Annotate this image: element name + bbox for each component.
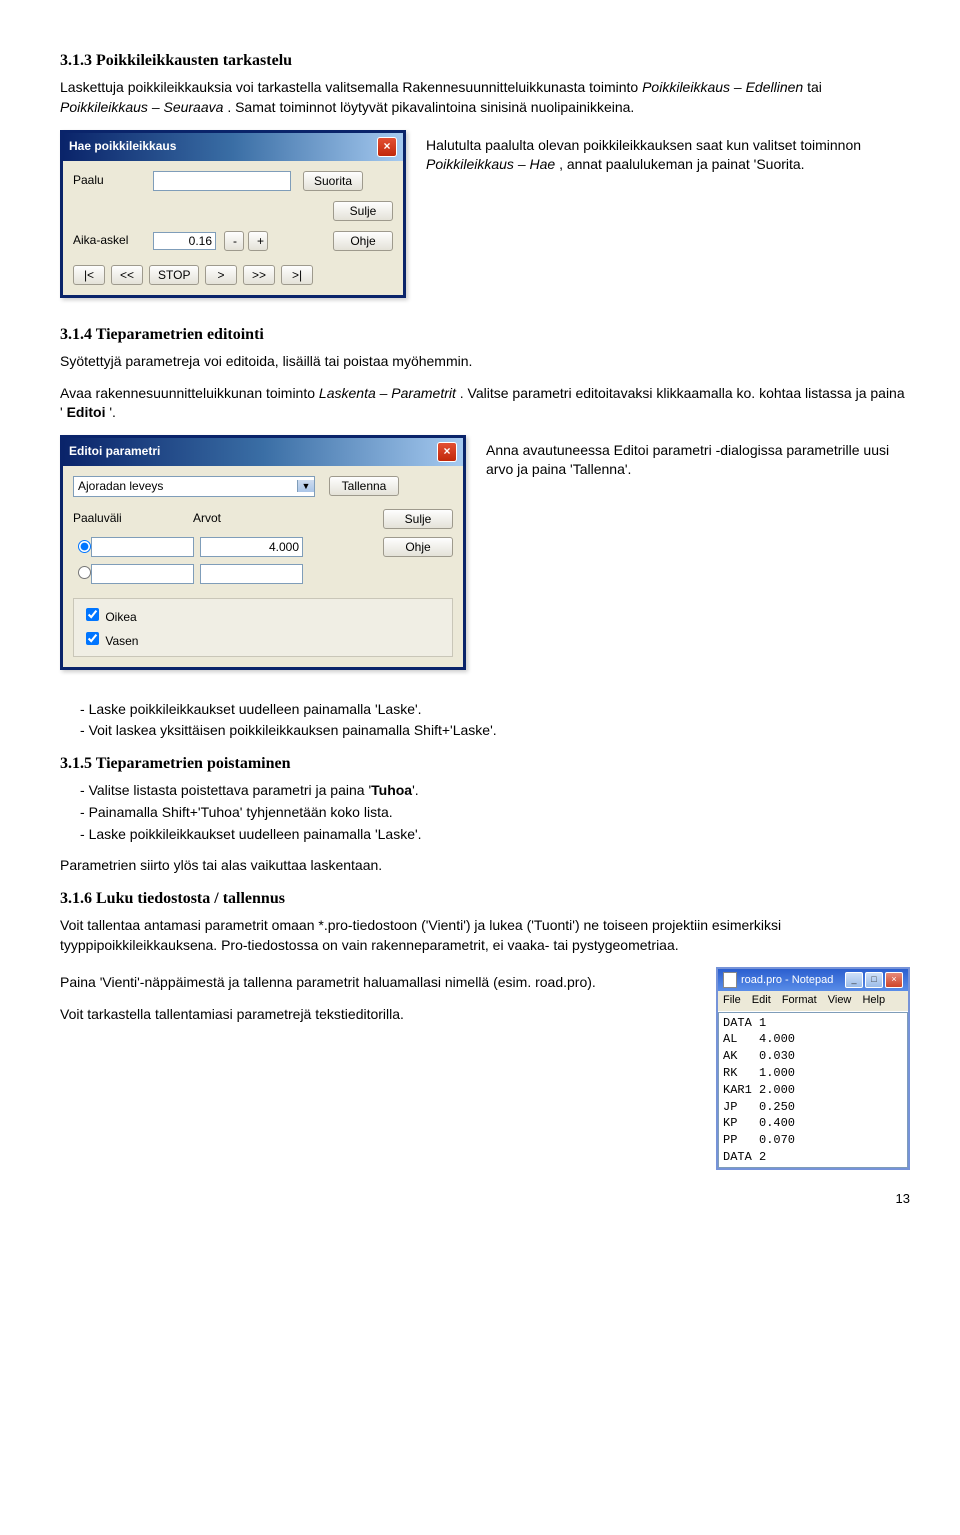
text-italic: Poikkileikkaus – Edellinen [642,79,803,95]
heading-313: 3.1.3 Poikkileikkausten tarkastelu [60,50,910,72]
plus-button[interactable]: + [248,231,268,251]
list-item: Valitse listasta poistettava parametri j… [80,781,910,801]
para-316-3: Voit tarkastella tallentamiasi parametre… [60,1005,696,1025]
list-item: Voit laskea yksittäisen poikkileikkaukse… [80,721,910,741]
bullet-list-2: Valitse listasta poistettava parametri j… [60,781,910,844]
suorita-button[interactable]: Suorita [303,171,363,191]
text-italic: Poikkileikkaus – Seuraava [60,99,223,115]
text: Laskettuja poikkileikkauksia voi tarkast… [60,79,642,95]
para-siirto: Parametrien siirto ylös tai alas vaikutt… [60,856,910,876]
notepad-window: road.pro - Notepad _ □ × File Edit Forma… [716,967,910,1169]
label-aika: Aika-askel [73,232,153,249]
label-arvot: Arvot [193,510,313,527]
nav-first-button[interactable]: |< [73,265,105,285]
dialog-title: Hae poikkileikkaus [69,138,176,155]
close-icon[interactable]: × [377,137,397,157]
nav-stop-button[interactable]: STOP [149,265,199,285]
parameter-combo[interactable]: Ajoradan leveys ▼ [73,476,315,497]
nav-fwd-button[interactable]: >> [243,265,275,285]
text: Halutulta paalulta olevan poikkileikkauk… [426,137,861,153]
dialog-title: Editoi parametri [69,443,160,460]
heading-314: 3.1.4 Tieparametrien editointi [60,324,910,346]
list-item: Laske poikkileikkaukset uudelleen painam… [80,825,910,845]
text: '. [412,782,419,798]
menu-file[interactable]: File [723,994,741,1006]
notepad-body[interactable]: DATA 1 AL 4.000 AK 0.030 RK 1.000 KAR1 2… [718,1012,908,1168]
sulje-button[interactable]: Sulje [333,201,393,221]
paalu-input[interactable] [153,171,291,191]
combo-value: Ajoradan leveys [74,477,297,496]
checkbox-oikea[interactable] [86,608,99,621]
nav-prev-button[interactable]: << [111,265,143,285]
page-number: 13 [60,1190,910,1208]
bullet-list-1: Laske poikkileikkaukset uudelleen painam… [60,700,910,741]
paaluvali-input-1[interactable] [91,537,194,557]
label-oikea: Oikea [105,610,136,624]
close-icon[interactable]: × [885,972,903,988]
text: '. [109,404,116,420]
para-316-1: Voit tallentaa antamasi parametrit omaan… [60,916,910,955]
list-item: Painamalla Shift+'Tuhoa' tyhjennetään ko… [80,803,910,823]
titlebar: Hae poikkileikkaus × [63,133,403,161]
para-313-2: Halutulta paalulta olevan poikkileikkauk… [426,136,910,175]
para-314-3: Anna avautuneessa Editoi parametri -dial… [486,441,910,480]
dialog-hae-poikkileikkaus: Hae poikkileikkaus × Paalu Suorita Sulje… [60,130,406,298]
arvot-input-2[interactable] [200,564,303,584]
text-italic: Laskenta – Parametrit [319,385,456,401]
para-316-2: Paina 'Vienti'-näppäimestä ja tallenna p… [60,973,696,993]
radio-row2[interactable] [78,566,91,579]
para-314-2: Avaa rakennesuunnitteluikkunan toiminto … [60,384,910,423]
notepad-titlebar: road.pro - Notepad _ □ × [718,969,908,991]
para-314-1: Syötettyjä parametreja voi editoida, lis… [60,352,910,372]
notepad-title: road.pro - Notepad [741,973,833,988]
aika-input[interactable] [153,232,216,250]
nav-play-button[interactable]: > [205,265,237,285]
document-icon [723,972,737,988]
ohje-button[interactable]: Ohje [383,537,453,557]
label-paaluvali: Paaluväli [73,510,193,527]
nav-last-button[interactable]: >| [281,265,313,285]
close-icon[interactable]: × [437,442,457,462]
checkbox-vasen[interactable] [86,632,99,645]
chevron-down-icon: ▼ [297,480,314,493]
text: Avaa rakennesuunnitteluikkunan toiminto [60,385,319,401]
text: Valitse listasta poistettava parametri j… [89,782,372,798]
titlebar: Editoi parametri × [63,438,463,466]
text: , annat paalulukeman ja painat 'Suorita. [559,156,805,172]
text-bold: Tuhoa [371,782,412,798]
arvot-input-1[interactable] [200,537,303,557]
text: tai [807,79,822,95]
tallenna-button[interactable]: Tallenna [329,476,399,496]
paaluvali-input-2[interactable] [91,564,194,584]
menu-view[interactable]: View [828,994,852,1006]
para-313-1: Laskettuja poikkileikkauksia voi tarkast… [60,78,910,117]
label-paalu: Paalu [73,172,153,189]
minus-button[interactable]: - [224,231,244,251]
menu-help[interactable]: Help [862,994,885,1006]
text-italic: Poikkileikkaus – Hae [426,156,555,172]
text-bold: Editoi [67,404,106,420]
ohje-button[interactable]: Ohje [333,231,393,251]
dialog-editoi-parametri: Editoi parametri × Ajoradan leveys ▼ Tal… [60,435,466,670]
notepad-menu: File Edit Format View Help [718,991,908,1011]
sulje-button[interactable]: Sulje [383,509,453,529]
radio-row1[interactable] [78,540,91,553]
minimize-icon[interactable]: _ [845,972,863,988]
heading-316: 3.1.6 Luku tiedostosta / tallennus [60,888,910,910]
heading-315: 3.1.5 Tieparametrien poistaminen [60,753,910,775]
menu-format[interactable]: Format [782,994,817,1006]
label-vasen: Vasen [105,634,138,648]
text: . Samat toiminnot löytyvät pikavalintoin… [227,99,634,115]
maximize-icon[interactable]: □ [865,972,883,988]
list-item: Laske poikkileikkaukset uudelleen painam… [80,700,910,720]
menu-edit[interactable]: Edit [752,994,771,1006]
